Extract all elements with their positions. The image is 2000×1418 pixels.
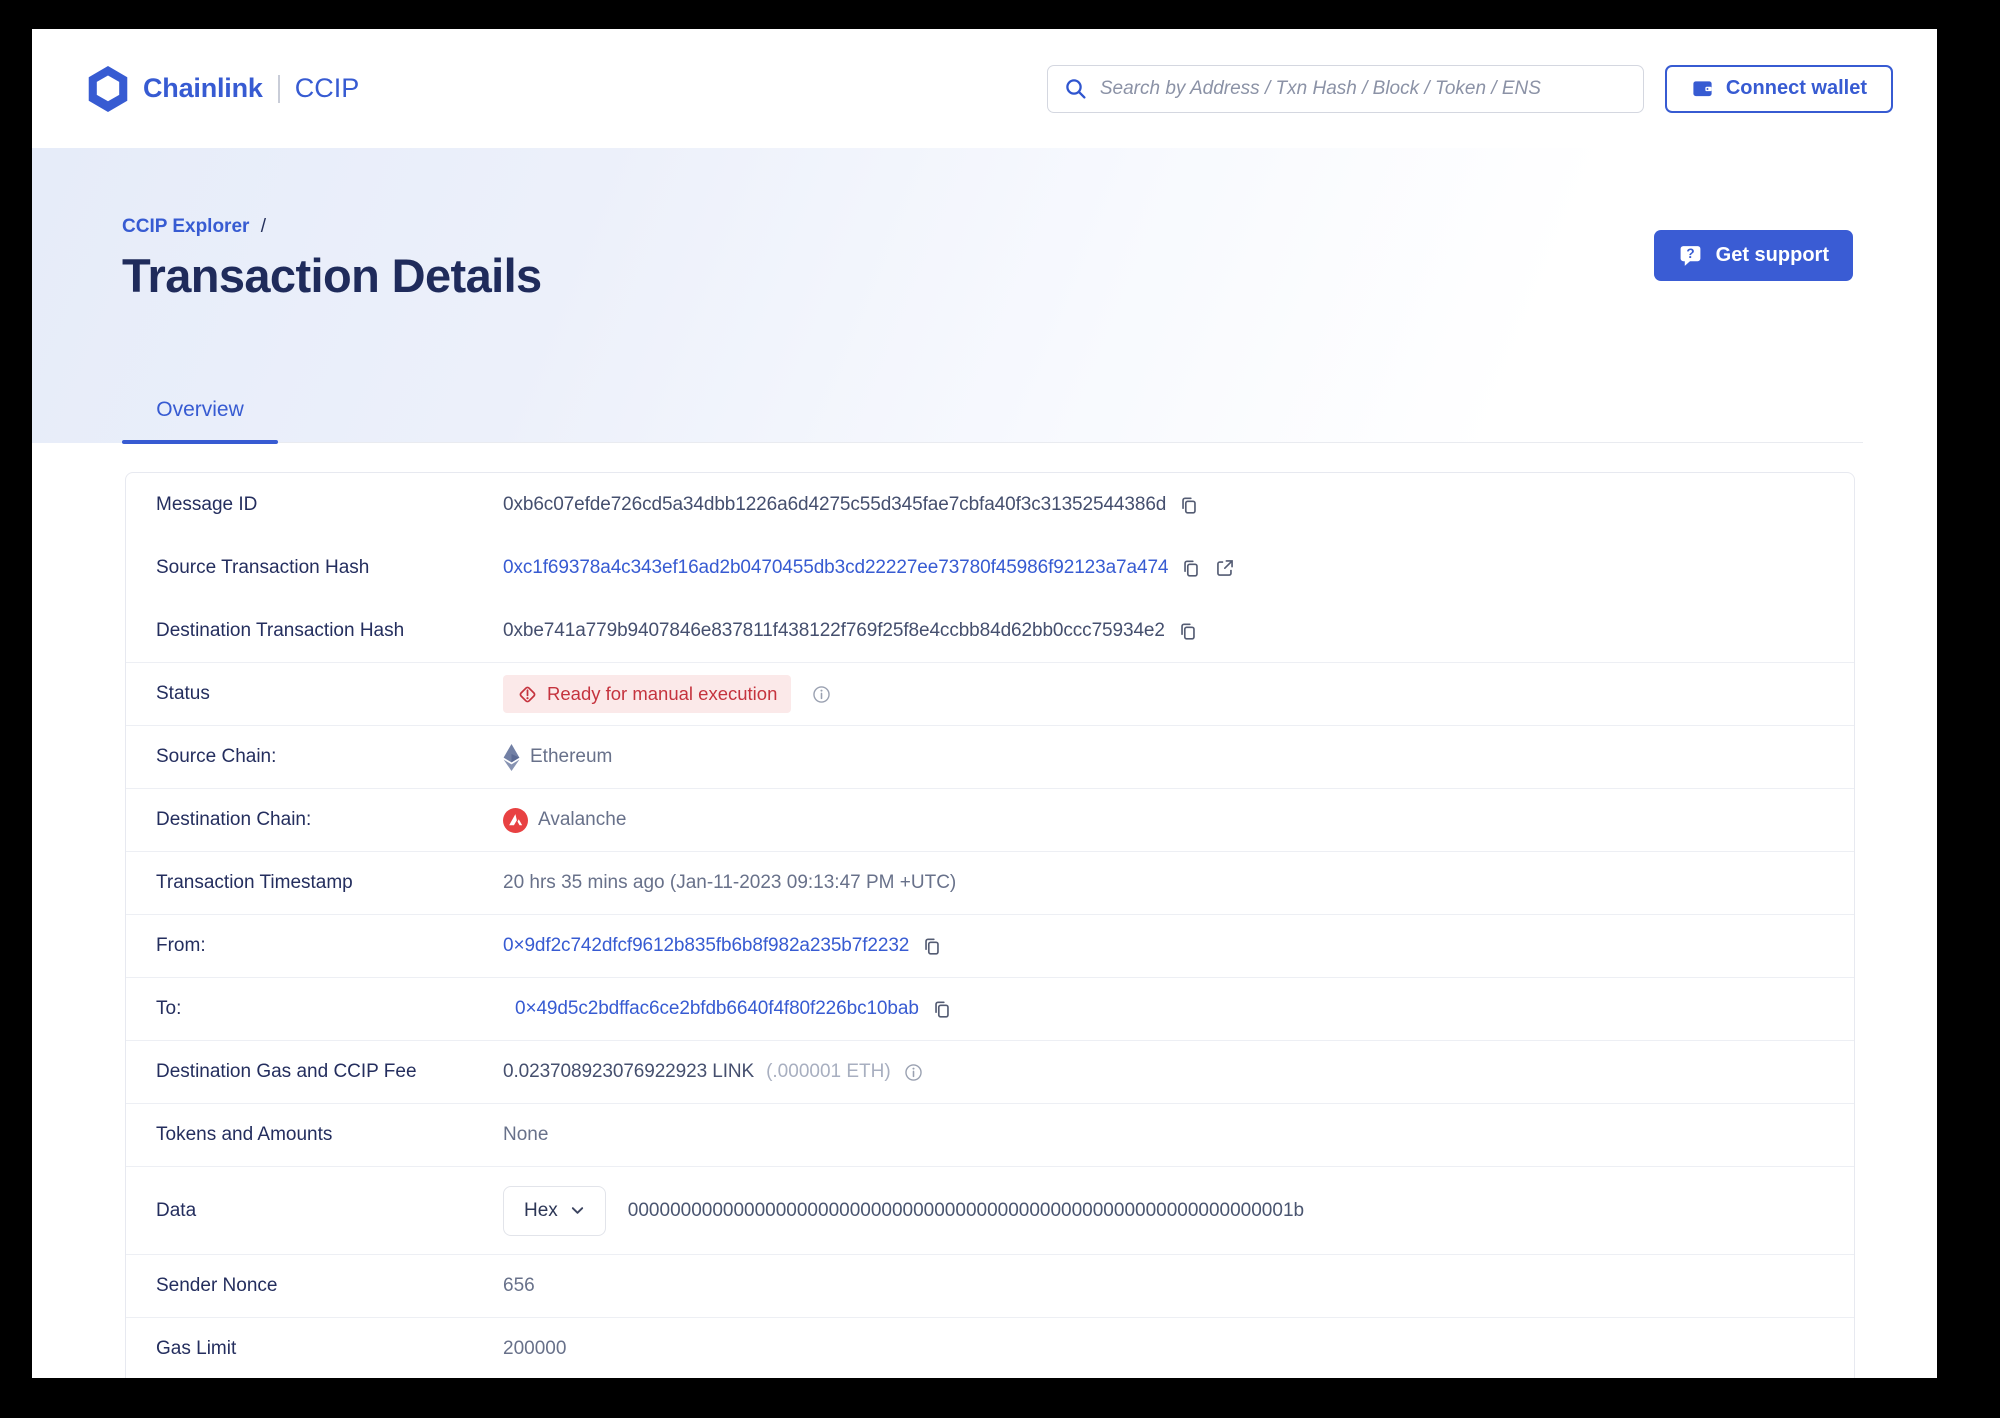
row-status: Status Ready for manual execution [126, 662, 1854, 725]
copy-icon[interactable] [921, 935, 943, 957]
data-label: Data [156, 1199, 197, 1221]
hero-section: CCIP Explorer / Transaction Details ? Ge… [32, 148, 1937, 444]
timestamp-label: Transaction Timestamp [156, 872, 353, 893]
fee-eth-equivalent: (.000001 ETH) [766, 1061, 891, 1082]
to-address-link[interactable]: 0×49d5c2bdffac6ce2bfdb6640f4f80f226bc10b… [515, 998, 919, 1020]
dest-tx-label: Destination Transaction Hash [156, 619, 405, 641]
copy-icon[interactable] [1178, 494, 1200, 516]
from-address-link[interactable]: 0×9df2c742dfcf9612b835fb6b8f982a235b7f22… [503, 935, 909, 957]
message-id-value: 0xb6c07efde726cd5a34dbb1226a6d4275c55d34… [503, 493, 1167, 515]
row-destination-chain: Destination Chain: Avalanche [126, 788, 1854, 851]
svg-text:?: ? [1686, 246, 1694, 261]
data-format-dropdown[interactable]: Hex [503, 1185, 606, 1236]
dest-chain-name: Avalanche [538, 809, 627, 830]
tab-bar: Overview [122, 398, 1863, 444]
row-tokens-and-amounts: Tokens and Amounts None [126, 1103, 1854, 1166]
breadcrumb-separator: / [260, 216, 266, 237]
row-source-chain: Source Chain: Ethereum [126, 725, 1854, 788]
gas-limit-label: Gas Limit [156, 1338, 237, 1359]
tokens-label: Tokens and Amounts [156, 1124, 333, 1145]
data-hex-value: 0000000000000000000000000000000000000000… [627, 1199, 1305, 1221]
dest-tx-hash-value: 0xbe741a779b9407846e837811f438122f769f25… [503, 619, 1165, 641]
copy-icon[interactable] [1180, 557, 1202, 579]
external-link-icon[interactable] [1214, 557, 1236, 579]
row-destination-transaction-hash: Destination Transaction Hash 0xbe741a779… [126, 599, 1854, 662]
fee-label: Destination Gas and CCIP Fee [156, 1061, 417, 1082]
tab-overview[interactable]: Overview [122, 398, 278, 444]
from-label: From: [156, 935, 206, 956]
ethereum-icon [503, 743, 520, 771]
status-label: Status [156, 683, 210, 704]
brand-name: Chainlink [143, 73, 263, 103]
status-badge: Ready for manual execution [503, 675, 792, 713]
row-transaction-timestamp: Transaction Timestamp 20 hrs 35 mins ago… [126, 851, 1854, 914]
fee-value: 0.023708923076922923 LINK [503, 1061, 755, 1082]
breadcrumb-ccip-explorer-link[interactable]: CCIP Explorer [122, 216, 249, 237]
warning-diamond-icon [517, 684, 538, 705]
data-format-selected: Hex [524, 1199, 558, 1221]
question-bubble-icon: ? [1678, 243, 1703, 268]
brand-home-link[interactable]: Chainlink CCIP [88, 65, 360, 112]
avalanche-icon [503, 807, 528, 833]
wallet-icon [1691, 77, 1714, 100]
product-name: CCIP [294, 73, 360, 103]
row-destination-gas-ccip-fee: Destination Gas and CCIP Fee 0.023708923… [126, 1040, 1854, 1103]
to-label: To: [156, 998, 182, 1019]
search-icon [1064, 77, 1088, 101]
transaction-details-card: Message ID 0xb6c07efde726cd5a34dbb1226a6… [125, 472, 1855, 1378]
gas-limit-value: 200000 [503, 1338, 567, 1359]
row-data: Data Hex 0000000000000000000000000000000… [126, 1166, 1854, 1254]
sender-nonce-value: 656 [503, 1275, 535, 1296]
brand-divider [277, 74, 280, 103]
connect-wallet-button[interactable]: Connect wallet [1664, 64, 1893, 113]
source-chain-label: Source Chain: [156, 746, 277, 767]
connect-wallet-label: Connect wallet [1725, 77, 1867, 99]
row-message-id: Message ID 0xb6c07efde726cd5a34dbb1226a6… [126, 473, 1854, 536]
message-id-label: Message ID [156, 493, 258, 515]
row-from: From: 0×9df2c742dfcf9612b835fb6b8f982a23… [126, 914, 1854, 977]
get-support-label: Get support [1715, 244, 1829, 266]
row-source-transaction-hash: Source Transaction Hash 0xc1f69378a4c343… [126, 536, 1854, 599]
timestamp-value: 20 hrs 35 mins ago (Jan-11-2023 09:13:47… [503, 872, 957, 893]
copy-icon[interactable] [1177, 620, 1199, 642]
search-input[interactable] [1099, 77, 1627, 100]
status-badge-text: Ready for manual execution [547, 683, 778, 704]
chevron-down-icon [570, 1203, 585, 1218]
sender-nonce-label: Sender Nonce [156, 1275, 278, 1296]
source-chain-name: Ethereum [530, 746, 613, 767]
row-to: To: 0×49d5c2bdffac6ce2bfdb6640f4f80f226b… [126, 977, 1854, 1040]
chainlink-logo-icon [88, 65, 128, 112]
row-gas-limit: Gas Limit 200000 [126, 1317, 1854, 1378]
source-tx-hash-link[interactable]: 0xc1f69378a4c343ef16ad2b0470455db3cd2222… [503, 557, 1169, 579]
row-sender-nonce: Sender Nonce 656 [126, 1254, 1854, 1317]
tokens-value: None [503, 1124, 549, 1145]
source-tx-label: Source Transaction Hash [156, 556, 370, 578]
top-navigation-bar: Chainlink CCIP Connect wallet [32, 29, 1937, 148]
dest-chain-label: Destination Chain: [156, 809, 312, 830]
ccip-explorer-page: Chainlink CCIP Connect wallet [32, 29, 1937, 1378]
info-icon[interactable] [811, 684, 832, 705]
copy-icon[interactable] [931, 998, 953, 1020]
get-support-button[interactable]: ? Get support [1653, 230, 1853, 281]
info-icon[interactable] [903, 1062, 924, 1083]
search-bar[interactable] [1046, 64, 1644, 113]
